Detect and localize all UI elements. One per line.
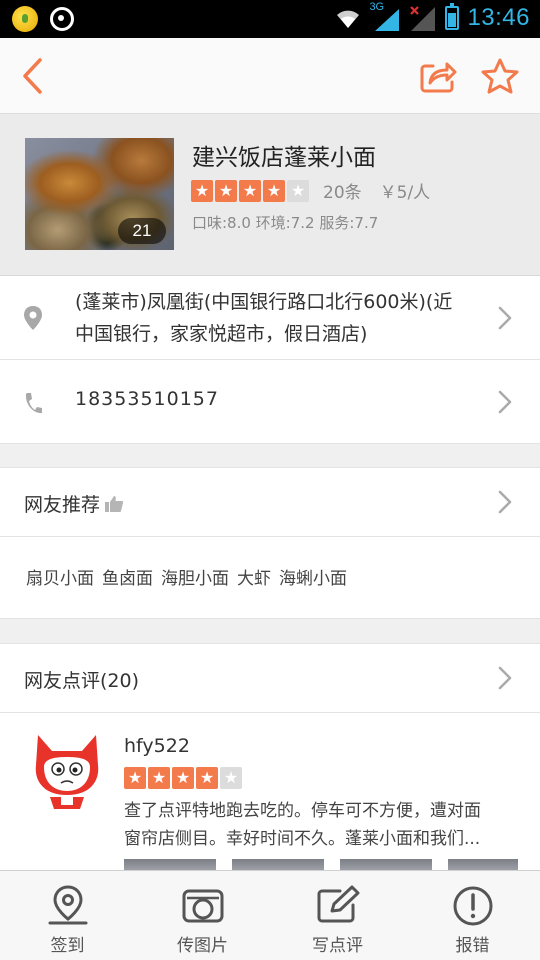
star-empty-icon: ★	[220, 767, 242, 789]
star-empty-icon: ★	[287, 179, 309, 202]
dish-tag[interactable]: 扇贝小面	[26, 564, 94, 589]
favorite-button[interactable]	[476, 52, 524, 100]
star-filled-icon: ★	[124, 767, 146, 789]
battery-icon	[445, 3, 460, 30]
star-filled-icon: ★	[215, 179, 237, 202]
status-icons: 3G 13:46	[333, 1, 530, 32]
recommended-dishes-section: 网友推荐 扇贝小面 鱼卤面 海胆小面 大虾 海蜊小面	[0, 467, 540, 619]
shop-rating: ★ ★ ★ ★ ★ 20条 ￥5/人	[191, 178, 430, 203]
location-pin-icon	[24, 306, 42, 330]
error-report-icon	[453, 886, 492, 926]
shop-name: 建兴饭店蓬莱小面	[192, 145, 376, 171]
review-text: 查了点评特地跑去吃的。停车可不方便，遭对面 窗帘店侧目。幸好时间不久。蓬莱小面和…	[124, 797, 514, 853]
disc-notification-icon	[50, 7, 74, 31]
rating-stars: ★ ★ ★ ★ ★	[191, 179, 309, 202]
share-button[interactable]	[414, 52, 462, 100]
average-price: ￥5/人	[379, 183, 431, 203]
star-filled-icon: ★	[172, 767, 194, 789]
tab-report-error-label: 报错	[455, 936, 490, 956]
dish-list: 扇贝小面 鱼卤面 海胆小面 大虾 海蜊小面	[26, 564, 347, 589]
review-item[interactable]: hfy522 ★ ★ ★ ★ ★ 查了点评特地跑去吃的。停车可不方便，遭对面 窗帘店侧目…	[0, 713, 540, 879]
tab-upload-photo-label: 传图片	[177, 936, 228, 956]
phone-icon	[25, 393, 42, 414]
status-bar: 3G 13:46	[0, 0, 540, 38]
address-row[interactable]: (蓬莱市)凤凰街(中国银行路口北行600米)(近 中国银行，家家悦超市，假日酒店…	[0, 276, 540, 360]
sub-scores: 口味:8.0 环境:7.2 服务:7.7	[192, 214, 379, 232]
recommended-title-text: 网友推荐	[24, 494, 101, 516]
back-arrow-icon	[23, 58, 42, 94]
review-count: 20条	[323, 183, 362, 203]
address-text: (蓬莱市)凤凰街(中国银行路口北行600米)(近 中国银行，家家悦超市，假日酒店…	[75, 286, 490, 350]
star-outline-icon	[481, 58, 519, 94]
cell-signal-nosim-icon	[409, 5, 437, 31]
address-line-2: 中国银行，家家悦超市，假日酒店)	[75, 323, 368, 345]
tab-upload-photo[interactable]: 传图片	[135, 871, 270, 960]
shop-photo[interactable]: 21	[25, 138, 174, 250]
chevron-right-icon	[498, 666, 512, 690]
dish-tag[interactable]: 海胆小面	[161, 564, 229, 589]
dish-tag[interactable]: 鱼卤面	[102, 564, 153, 589]
photo-count-badge: 21	[118, 218, 166, 244]
phone-row[interactable]: 18353510157	[0, 360, 540, 444]
checkin-pin-icon	[48, 885, 87, 925]
dish-tag[interactable]: 大虾	[237, 564, 271, 589]
address-line-1: (蓬莱市)凤凰街(中国银行路口北行600米)(近	[75, 291, 453, 313]
recommended-title: 网友推荐	[24, 490, 124, 517]
back-button[interactable]	[8, 52, 56, 100]
tab-write-review[interactable]: 写点评	[270, 871, 405, 960]
dish-tag[interactable]: 海蜊小面	[279, 564, 347, 589]
star-filled-icon: ★	[263, 179, 285, 202]
cell-signal-3g-icon: 3G	[369, 1, 401, 31]
avatar	[35, 735, 99, 809]
tab-write-review-label: 写点评	[312, 936, 363, 956]
reviews-section: 网友点评(20) hfy522 ★ ★ ★ ★ ★ 查了点评特地跑去吃的。停车可不方便，…	[0, 643, 540, 879]
reviewer-name: hfy522	[124, 735, 190, 757]
wifi-icon	[337, 10, 360, 28]
star-filled-icon: ★	[239, 179, 261, 202]
shop-summary: 21 建兴饭店蓬莱小面 ★ ★ ★ ★ ★ 20条 ￥5/人 口味:8.0 环境:7.2…	[0, 114, 540, 276]
reviews-header[interactable]: 网友点评(20)	[0, 644, 540, 713]
review-rating-stars: ★ ★ ★ ★ ★	[124, 767, 242, 789]
star-filled-icon: ★	[148, 767, 170, 789]
share-icon	[420, 62, 457, 93]
tab-report-error[interactable]: 报错	[405, 871, 540, 960]
top-nav-bar	[0, 38, 540, 114]
reviews-title: 网友点评(20)	[24, 670, 140, 692]
chevron-right-icon	[498, 490, 512, 514]
chevron-right-icon	[498, 390, 512, 414]
phone-number: 18353510157	[75, 388, 219, 410]
camera-icon	[182, 889, 223, 923]
notification-icons	[12, 6, 74, 32]
app-notification-icon	[12, 6, 38, 32]
chevron-right-icon	[498, 306, 512, 330]
tab-checkin[interactable]: 签到	[0, 871, 135, 960]
bottom-action-bar: 签到 传图片 写点评 报错	[0, 870, 540, 960]
star-filled-icon: ★	[191, 179, 213, 202]
edit-review-icon	[317, 885, 359, 923]
review-text-line-2: 窗帘店侧目。幸好时间不久。蓬莱小面和我们...	[124, 829, 481, 849]
recommended-header[interactable]: 网友推荐	[0, 468, 540, 537]
tab-checkin-label: 签到	[50, 936, 85, 956]
status-clock: 13:46	[467, 4, 530, 31]
star-filled-icon: ★	[196, 767, 218, 789]
review-text-line-1: 查了点评特地跑去吃的。停车可不方便，遭对面	[124, 801, 481, 821]
thumbs-up-icon	[105, 495, 124, 512]
